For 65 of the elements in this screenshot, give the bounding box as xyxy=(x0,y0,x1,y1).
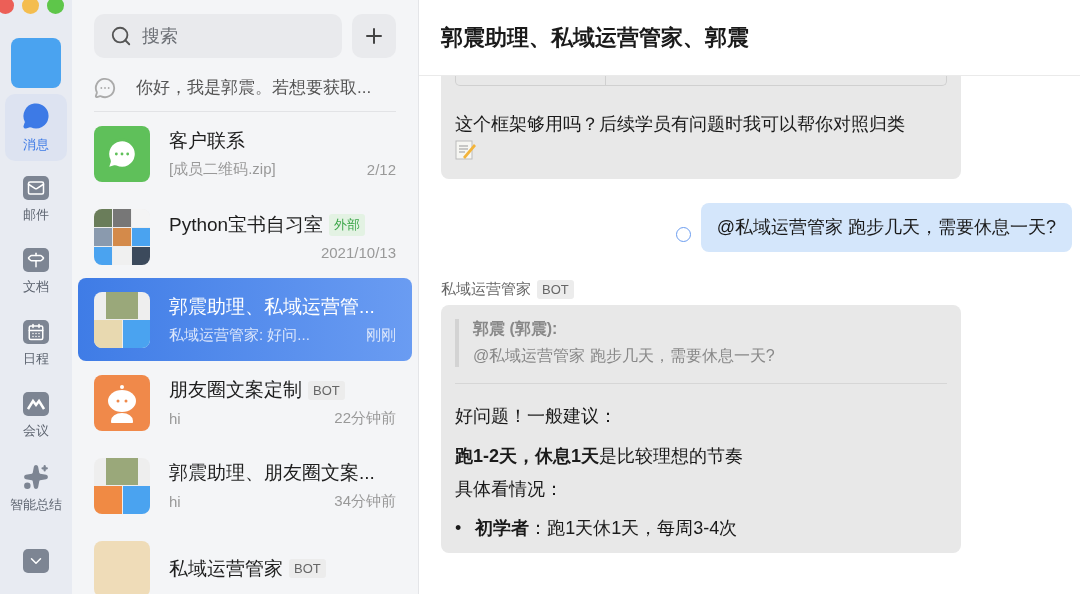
nav-item[interactable]: 会议 xyxy=(5,383,67,450)
message-text: 具体看情况： xyxy=(455,478,564,502)
chat-time: 刚刚 xyxy=(366,326,396,345)
quote-author: 郭震 (郭震): xyxy=(473,318,559,339)
pinned-message[interactable]: 你好，我是郭震。若想要获取... xyxy=(136,76,372,99)
chat-list-item[interactable]: Python宝书自习室 外部 2021/10/13 xyxy=(78,195,412,278)
group-avatar xyxy=(94,291,150,348)
nav-item[interactable]: 消息 xyxy=(5,94,67,161)
search-icon xyxy=(110,25,132,47)
chat-title: 郭震助理、私域运营管家、郭震 xyxy=(441,23,749,52)
message-text: 好问题！一般建议： xyxy=(455,404,618,428)
quote-text: @私域运营管家 跑步几天，需要休息一天? xyxy=(473,345,776,366)
message-preview: [成员二维码.zip] xyxy=(169,160,276,179)
chevron-down-icon xyxy=(23,548,49,573)
nav-item[interactable]: 日程 xyxy=(5,311,67,378)
chat-bubble-icon xyxy=(22,101,50,130)
search-input[interactable]: 搜索 xyxy=(142,21,326,51)
message-preview: 私域运营管家: 好问... xyxy=(169,326,310,345)
chat-list-item[interactable]: 朋友圈文案定制 BOT hi 22分钟前 xyxy=(78,361,412,444)
robot-avatar xyxy=(94,374,150,431)
search-field[interactable]: 搜索 xyxy=(94,14,342,58)
chat-tag: 外部 xyxy=(329,214,366,236)
chat-tag: BOT xyxy=(308,380,345,400)
signpost-icon xyxy=(23,247,49,272)
chat-list-item[interactable]: 郭震助理、朋友圈文案... hi 34分钟前 xyxy=(78,444,412,527)
add-button[interactable] xyxy=(352,14,396,58)
chat-time: 34分钟前 xyxy=(334,492,396,511)
message-text: 跑1-2天，休息1天是比较理想的节奏 xyxy=(455,445,745,469)
mail-icon xyxy=(23,175,49,200)
chat-name: 私域运营管家 xyxy=(169,556,283,581)
sender-name: 私域运营管家 xyxy=(441,279,531,299)
chat-list-item[interactable]: 客户联系 [成员二维码.zip] 2/12 xyxy=(78,112,412,195)
chat-name: 朋友圈文案定制 xyxy=(169,378,302,402)
chat-list-item[interactable]: 郭震助理、私域运营管... 私域运营管家: 好问... 刚刚 xyxy=(78,278,412,361)
message-preview: hi xyxy=(169,410,181,427)
bullet-marker: • xyxy=(455,517,462,540)
meeting-icon xyxy=(23,392,49,417)
chat-tag: BOT xyxy=(289,559,326,578)
calendar-icon xyxy=(23,320,49,345)
chat-name: 客户联系 xyxy=(169,129,245,153)
sparkle-icon xyxy=(23,463,49,490)
list-item-text: 初学者：跑1天休1天，每周3-4次 xyxy=(475,517,738,540)
nav-item[interactable]: 邮件 xyxy=(5,166,67,233)
group-avatar xyxy=(94,457,150,514)
chat-name: 郭震助理、朋友圈文案... xyxy=(169,461,375,485)
message-preview: hi xyxy=(169,493,181,510)
chat-time: 2/12 xyxy=(366,161,396,178)
nav-item[interactable]: 智能总结 xyxy=(5,455,67,522)
group-avatar xyxy=(94,208,150,265)
maximize-window-button[interactable] xyxy=(47,0,64,14)
memo-pencil-icon xyxy=(455,138,477,161)
message-text: @私域运营管家 跑步几天，需要休息一天? xyxy=(716,215,1056,239)
minimize-window-button[interactable] xyxy=(22,0,39,14)
message-text: 这个框架够用吗？后续学员有问题时我可以帮你对照归类 xyxy=(455,113,906,136)
chat-app-icon xyxy=(94,125,150,182)
chat-time: 2021/10/13 xyxy=(320,244,396,261)
nav-item[interactable]: 文档 xyxy=(5,238,67,306)
chat-name: 郭震助理、私域运营管... xyxy=(169,295,375,319)
chat-bubble-icon xyxy=(94,76,116,99)
chat-list-item[interactable]: 私域运营管家 BOT xyxy=(78,527,412,594)
chat-name: Python宝书自习室 xyxy=(169,213,324,237)
bot-tag: BOT xyxy=(537,279,574,299)
profile-photo-placeholder[interactable] xyxy=(11,38,61,89)
chat-time: 22分钟前 xyxy=(334,409,396,428)
person-avatar xyxy=(94,540,150,594)
